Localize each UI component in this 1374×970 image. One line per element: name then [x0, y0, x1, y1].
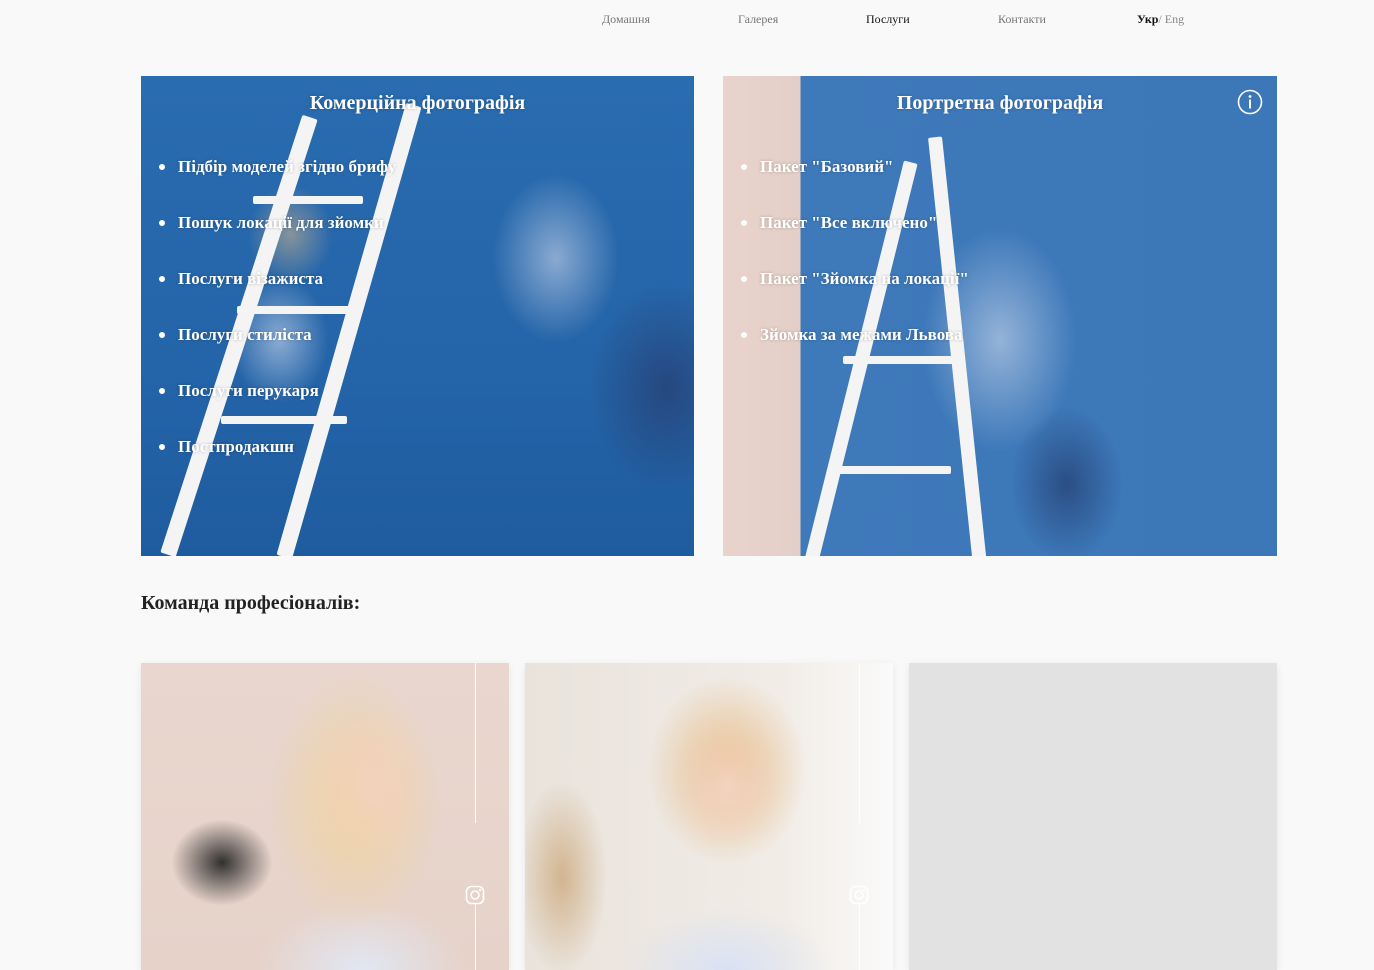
info-icon[interactable]: [1237, 89, 1263, 115]
service-item[interactable]: Пошук локації для зйомки: [158, 210, 396, 266]
team-member-photo: [525, 663, 893, 970]
card-title: Портретна фотографія: [896, 92, 1104, 114]
service-item[interactable]: Постпродакшн: [158, 434, 396, 490]
team-member-card[interactable]: [525, 663, 893, 970]
card-title: Комерційна фотографія: [309, 92, 526, 114]
top-navigation: Домашня Галерея Послуги Контакти Укр/ En…: [0, 0, 1374, 40]
service-item[interactable]: Послуги візажиста: [158, 266, 396, 322]
service-list: Пакет "Базовий" Пакет "Все включено" Пак…: [741, 154, 969, 378]
service-item[interactable]: Пакет "Зйомка на локації": [741, 266, 969, 322]
instagram-icon[interactable]: [849, 885, 869, 905]
team-heading: Команда професіоналів:: [141, 592, 361, 614]
decorative-line: [859, 903, 860, 970]
nav-contacts-link[interactable]: Контакти: [998, 12, 1046, 27]
instagram-icon[interactable]: [465, 885, 485, 905]
nav-gallery-link[interactable]: Галерея: [738, 12, 778, 27]
ladder-rung: [831, 466, 951, 474]
team-member-photo: [141, 663, 509, 970]
service-list: Підбір моделей згідно брифу Пошук локаці…: [158, 154, 396, 490]
decorative-line: [475, 663, 476, 823]
nav-services-link[interactable]: Послуги: [866, 12, 910, 27]
decorative-line: [475, 903, 476, 970]
service-item[interactable]: Пакет "Все включено": [741, 210, 969, 266]
service-card-commercial[interactable]: Комерційна фотографія Підбір моделей згі…: [141, 76, 694, 556]
lang-ukr-link[interactable]: Укр: [1137, 12, 1158, 26]
service-item[interactable]: Пакет "Базовий": [741, 154, 969, 210]
language-switcher: Укр/ Eng: [1137, 12, 1184, 27]
nav-home-link[interactable]: Домашня: [602, 12, 650, 27]
decorative-line: [859, 663, 860, 823]
service-item[interactable]: Послуги стиліста: [158, 322, 396, 378]
service-item[interactable]: Підбір моделей згідно брифу: [158, 154, 396, 210]
service-item[interactable]: Зйомка за межами Львова: [741, 322, 969, 378]
lang-eng-link[interactable]: Eng: [1162, 12, 1184, 26]
team-member-card[interactable]: [141, 663, 509, 970]
team-member-placeholder: [909, 663, 1277, 970]
service-item[interactable]: Послуги перукаря: [158, 378, 396, 434]
service-card-portrait[interactable]: Портретна фотографія Пакет "Базовий" Пак…: [723, 76, 1277, 556]
